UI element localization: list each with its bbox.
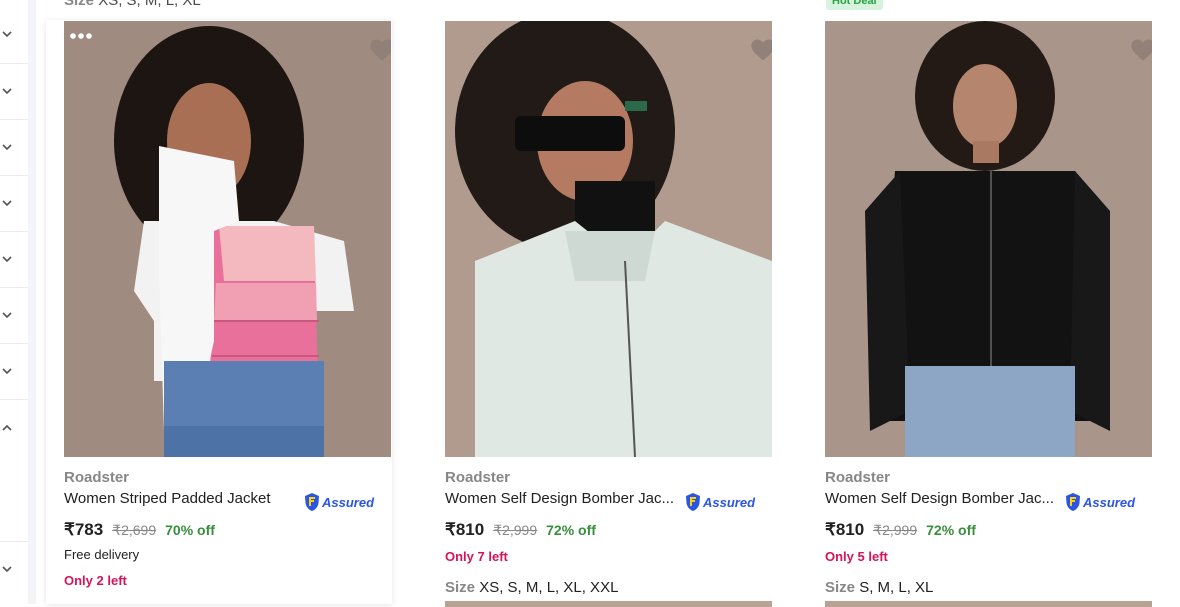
previous-row-sizes: Size XS, S, M, L, XL	[64, 0, 201, 9]
chevron-down-icon[interactable]	[0, 27, 14, 41]
original-price: ₹2,699	[112, 522, 157, 538]
chevron-down-icon[interactable]	[0, 252, 14, 266]
divider	[0, 63, 28, 64]
assured-badge: Assured	[684, 491, 755, 513]
product-image[interactable]	[825, 21, 1152, 457]
chevron-down-icon[interactable]	[0, 308, 14, 322]
price-row: ₹810 ₹2,999 72% off	[825, 520, 976, 540]
stock-status: Only 5 left	[825, 549, 888, 564]
price-row: ₹810 ₹2,999 72% off	[445, 520, 596, 540]
product-brand: Roadster	[445, 469, 511, 486]
chevron-down-icon[interactable]	[0, 562, 14, 576]
product-image[interactable]	[445, 21, 772, 457]
divider	[0, 231, 28, 232]
product-card[interactable]: Roadster Women Striped Padded Jacket Ass…	[46, 20, 392, 604]
product-title[interactable]: Women Self Design Bomber Jac...	[445, 490, 674, 507]
product-card[interactable]: Roadster Women Self Design Bomber Jac...…	[807, 20, 1153, 607]
product-brand: Roadster	[825, 469, 891, 486]
chevron-down-icon[interactable]	[0, 140, 14, 154]
filter-sidebar	[0, 0, 29, 604]
heart-icon[interactable]	[367, 35, 391, 65]
chevron-down-icon[interactable]	[0, 364, 14, 378]
assured-badge: Assured	[303, 491, 374, 513]
discount: 72% off	[926, 522, 976, 538]
assured-badge-icon	[686, 493, 700, 511]
next-product-image-edge	[445, 601, 772, 607]
product-brand: Roadster	[64, 469, 130, 486]
divider	[0, 287, 28, 288]
divider	[0, 541, 28, 542]
price-row: ₹783 ₹2,699 70% off	[64, 520, 215, 540]
chevron-down-icon[interactable]	[0, 84, 14, 98]
delivery-info: Free delivery	[64, 547, 140, 562]
stock-status: Only 2 left	[64, 573, 127, 588]
price: ₹810	[825, 520, 865, 539]
stock-status: Only 7 left	[445, 549, 508, 564]
divider	[0, 175, 28, 176]
product-title[interactable]: Women Striped Padded Jacket	[64, 490, 271, 507]
chevron-up-icon[interactable]	[0, 421, 14, 435]
assured-badge-icon	[305, 493, 319, 511]
price: ₹783	[64, 520, 104, 539]
assured-badge: Assured	[1064, 491, 1135, 513]
original-price: ₹2,999	[493, 522, 538, 538]
assured-badge-icon	[1066, 493, 1080, 511]
product-title[interactable]: Women Self Design Bomber Jac...	[825, 490, 1054, 507]
divider	[0, 119, 28, 120]
available-sizes: Size S, M, L, XL	[825, 579, 934, 596]
heart-icon[interactable]	[748, 35, 772, 65]
price: ₹810	[445, 520, 485, 539]
next-product-image-edge	[825, 601, 1152, 607]
available-sizes: Size XS, S, M, L, XL, XXL	[445, 579, 619, 596]
chevron-down-icon[interactable]	[0, 196, 14, 210]
divider	[0, 343, 28, 344]
product-image[interactable]	[64, 21, 391, 457]
discount: 72% off	[546, 522, 596, 538]
heart-icon[interactable]	[1128, 35, 1152, 65]
divider	[0, 399, 28, 400]
gutter	[28, 0, 36, 604]
original-price: ₹2,999	[873, 522, 918, 538]
product-card[interactable]: Roadster Women Self Design Bomber Jac...…	[427, 20, 773, 607]
hot-deal-badge: Hot Deal	[826, 0, 883, 10]
more-dots-icon[interactable]	[68, 31, 94, 41]
discount: 70% off	[165, 522, 215, 538]
